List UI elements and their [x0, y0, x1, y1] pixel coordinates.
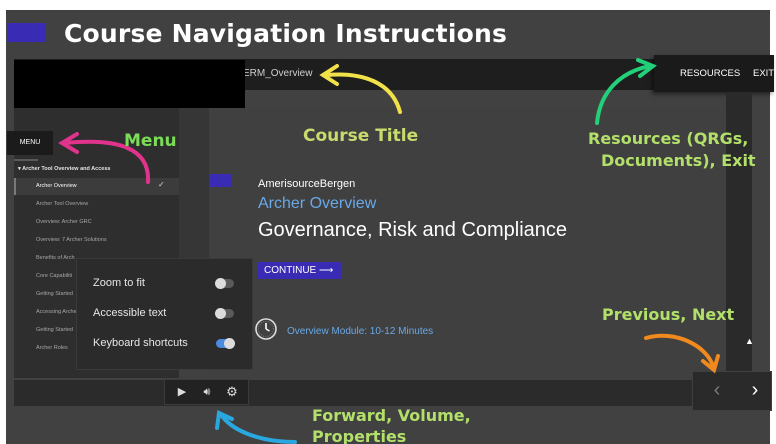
resources-annotation-line1: Resources (QRGs,: [588, 129, 749, 148]
course-title-arrow: [319, 64, 402, 114]
controls-annotation-line1: Forward, Volume,: [312, 406, 471, 425]
resources-annotation-line2: Documents), Exit: [601, 151, 756, 170]
menu-annotation: Menu: [124, 131, 177, 151]
prev-next-annotation: Previous, Next: [602, 305, 735, 324]
annotation-arrows: [58, 58, 720, 444]
resources-arrow: [595, 58, 658, 125]
slide-stage: Course Navigation Instructions ERM_Overv…: [0, 0, 776, 444]
course-title-annotation: Course Title: [303, 126, 419, 146]
controls-annotation-line2: Properties: [312, 427, 407, 444]
controls-arrow: [215, 410, 297, 444]
prev-next-arrow: [644, 333, 720, 374]
